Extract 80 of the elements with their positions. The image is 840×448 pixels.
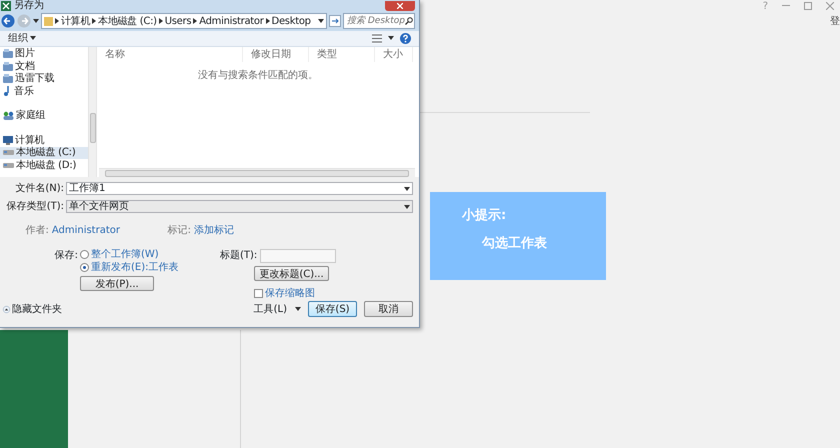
folder-icon [3, 49, 13, 58]
add-tags-link[interactable]: 添加标记 [194, 223, 234, 238]
column-header[interactable]: 类型 [317, 49, 337, 60]
change-title-button[interactable]: 更改标题(C)... [254, 266, 329, 281]
search-field[interactable]: 搜索 Desktop [343, 13, 415, 30]
caret-icon [404, 204, 410, 208]
search-icon [405, 17, 413, 26]
monitor-icon [3, 136, 13, 145]
thumbnail-checkbox[interactable]: 保存缩略图 [254, 286, 336, 301]
minimize-icon[interactable] [782, 5, 790, 7]
radio-option[interactable]: 重新发布(E):工作表 [80, 261, 178, 274]
login-link[interactable]: 登 [830, 14, 840, 29]
window-title: 另存为 [14, 0, 44, 12]
collapse-icon [3, 306, 10, 312]
breadcrumb-item[interactable]: 计算机 [61, 14, 90, 29]
people-icon [3, 111, 14, 120]
caret-icon [33, 19, 39, 24]
caret-icon [388, 36, 394, 40]
nav-item[interactable]: 文档 [0, 60, 88, 73]
field-label: 保存: [54, 250, 78, 261]
field-label: 文件名(N): [14, 182, 65, 196]
empty-message: 没有与搜索条件匹配的项。 [198, 70, 318, 81]
nav-item[interactable]: 迅雷下载 [0, 72, 88, 86]
tools-menu[interactable]: 工具(L) [254, 302, 301, 316]
author-link[interactable]: Administrator [52, 223, 120, 238]
tip-title: 小提示: [462, 207, 506, 225]
nav-item[interactable]: 本地磁盘 (D:) [0, 159, 88, 172]
music-note-icon [3, 86, 12, 96]
caret-icon [404, 186, 410, 190]
chevron-icon [266, 18, 270, 24]
close-button[interactable] [385, 1, 415, 11]
close-icon [397, 2, 403, 9]
excel-icon [1, 1, 11, 11]
drive-icon [3, 162, 14, 169]
nav-item[interactable]: 图片 [0, 48, 88, 60]
chevron-icon [158, 18, 163, 24]
caret-icon [30, 36, 36, 40]
save-button[interactable]: 保存(S) [308, 301, 357, 317]
view-icon[interactable] [372, 34, 382, 43]
hide-folders-toggle[interactable]: 隐藏文件夹 [0, 302, 62, 316]
field-label: 保存类型(T): [6, 200, 65, 214]
refresh-icon[interactable] [329, 15, 341, 28]
chevron-icon [92, 18, 96, 24]
chevron-icon [55, 18, 59, 24]
tip-text: 勾选工作表 [482, 236, 547, 250]
cancel-button[interactable]: 取消 [364, 301, 413, 317]
breadcrumb-item[interactable]: Users [164, 14, 192, 29]
field-label: 标记: [168, 224, 191, 238]
nav-item[interactable]: 计算机 [0, 134, 88, 147]
nav-item[interactable]: 音乐 [0, 85, 88, 98]
address-bar[interactable]: 计算机 本地磁盘 (C:) Users Administrator Desktop [41, 13, 327, 30]
column-header[interactable]: 大小 [383, 49, 403, 60]
radio-option[interactable]: 整个工作簿(W) [80, 248, 178, 261]
organize-menu[interactable]: 组织 [8, 30, 36, 46]
column-header[interactable]: 名称 [105, 49, 125, 60]
back-icon[interactable] [1, 14, 15, 28]
folder-icon [3, 74, 13, 84]
file-name-field[interactable]: 工作簿1 [66, 182, 413, 195]
nav-item[interactable]: 家庭组 [0, 110, 88, 122]
restore-icon[interactable] [804, 2, 812, 10]
close-icon[interactable] [826, 2, 834, 10]
nav-item[interactable]: 本地磁盘 (C:) [0, 146, 88, 160]
field-label: 标题(T): [220, 248, 258, 263]
horizontal-scrollbar[interactable] [99, 168, 415, 177]
drive-icon [3, 149, 14, 156]
caret-icon [295, 307, 301, 311]
column-header[interactable]: 修改日期 [251, 49, 291, 60]
folder-icon [44, 16, 53, 26]
field-label: 作者: [25, 224, 49, 238]
folder-icon [3, 62, 13, 71]
help-icon[interactable] [400, 32, 411, 44]
caret-icon [318, 19, 324, 24]
vertical-scrollbar[interactable] [88, 46, 96, 177]
publish-button[interactable]: 发布(P)... [80, 276, 154, 291]
breadcrumb-item[interactable]: Desktop [272, 14, 311, 29]
breadcrumb-item[interactable]: Administrator [199, 14, 264, 29]
chevron-icon [193, 18, 198, 24]
title-field[interactable] [260, 248, 336, 262]
save-type-dropdown[interactable]: 单个文件网页 [66, 200, 413, 213]
breadcrumb-item[interactable]: 本地磁盘 (C:) [98, 14, 157, 29]
